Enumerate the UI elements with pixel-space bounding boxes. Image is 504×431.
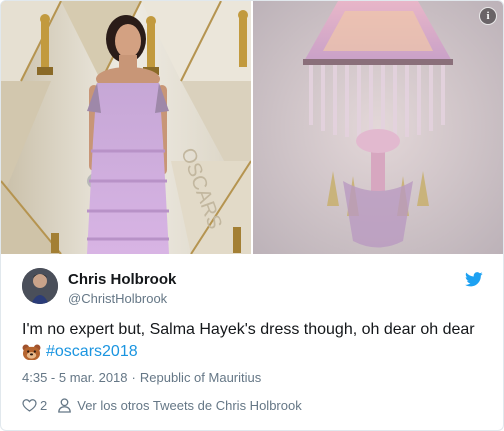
- tweet-text: I'm no expert but, Salma Hayek's dress t…: [22, 319, 492, 363]
- person-icon: [58, 397, 72, 413]
- meta-separator: ·: [131, 370, 136, 385]
- twitter-bird-icon[interactable]: [465, 272, 483, 287]
- tweet-media: OSCARS i: [1, 1, 503, 254]
- bear-face-icon: [22, 343, 41, 361]
- photo-red-carpet[interactable]: OSCARS: [1, 1, 251, 254]
- more-tweets-link[interactable]: Ver los otros Tweets de Chris Holbrook: [77, 398, 301, 413]
- tweet-card: OSCARS i Chris Holbrook @ChristHolbrook …: [0, 0, 504, 431]
- hashtag-link[interactable]: #oscars2018: [46, 341, 138, 363]
- avatar[interactable]: [22, 268, 58, 304]
- tweet-footer: 2 Ver los otros Tweets de Chris Holbrook: [22, 394, 302, 416]
- photo-chandelier[interactable]: i: [253, 1, 503, 254]
- tweet-header: Chris Holbrook @ChristHolbrook: [1, 254, 503, 312]
- tweet-meta: 4:35 - 5 mar. 2018 · Republic of Mauriti…: [22, 370, 261, 385]
- author-handle[interactable]: @ChristHolbrook: [68, 291, 167, 306]
- like-count[interactable]: 2: [40, 398, 47, 413]
- info-icon[interactable]: i: [479, 7, 497, 25]
- red-carpet-image: OSCARS: [1, 1, 251, 254]
- tweet-text-line: I'm no expert but, Salma Hayek's dress t…: [22, 321, 475, 338]
- tweet-location[interactable]: Republic of Mauritius: [140, 370, 261, 385]
- chandelier-image: [253, 1, 503, 254]
- avatar-image: [22, 268, 58, 304]
- author-display-name[interactable]: Chris Holbrook: [68, 271, 176, 288]
- tweet-timestamp[interactable]: 4:35 - 5 mar. 2018: [22, 370, 128, 385]
- heart-icon[interactable]: [22, 398, 37, 412]
